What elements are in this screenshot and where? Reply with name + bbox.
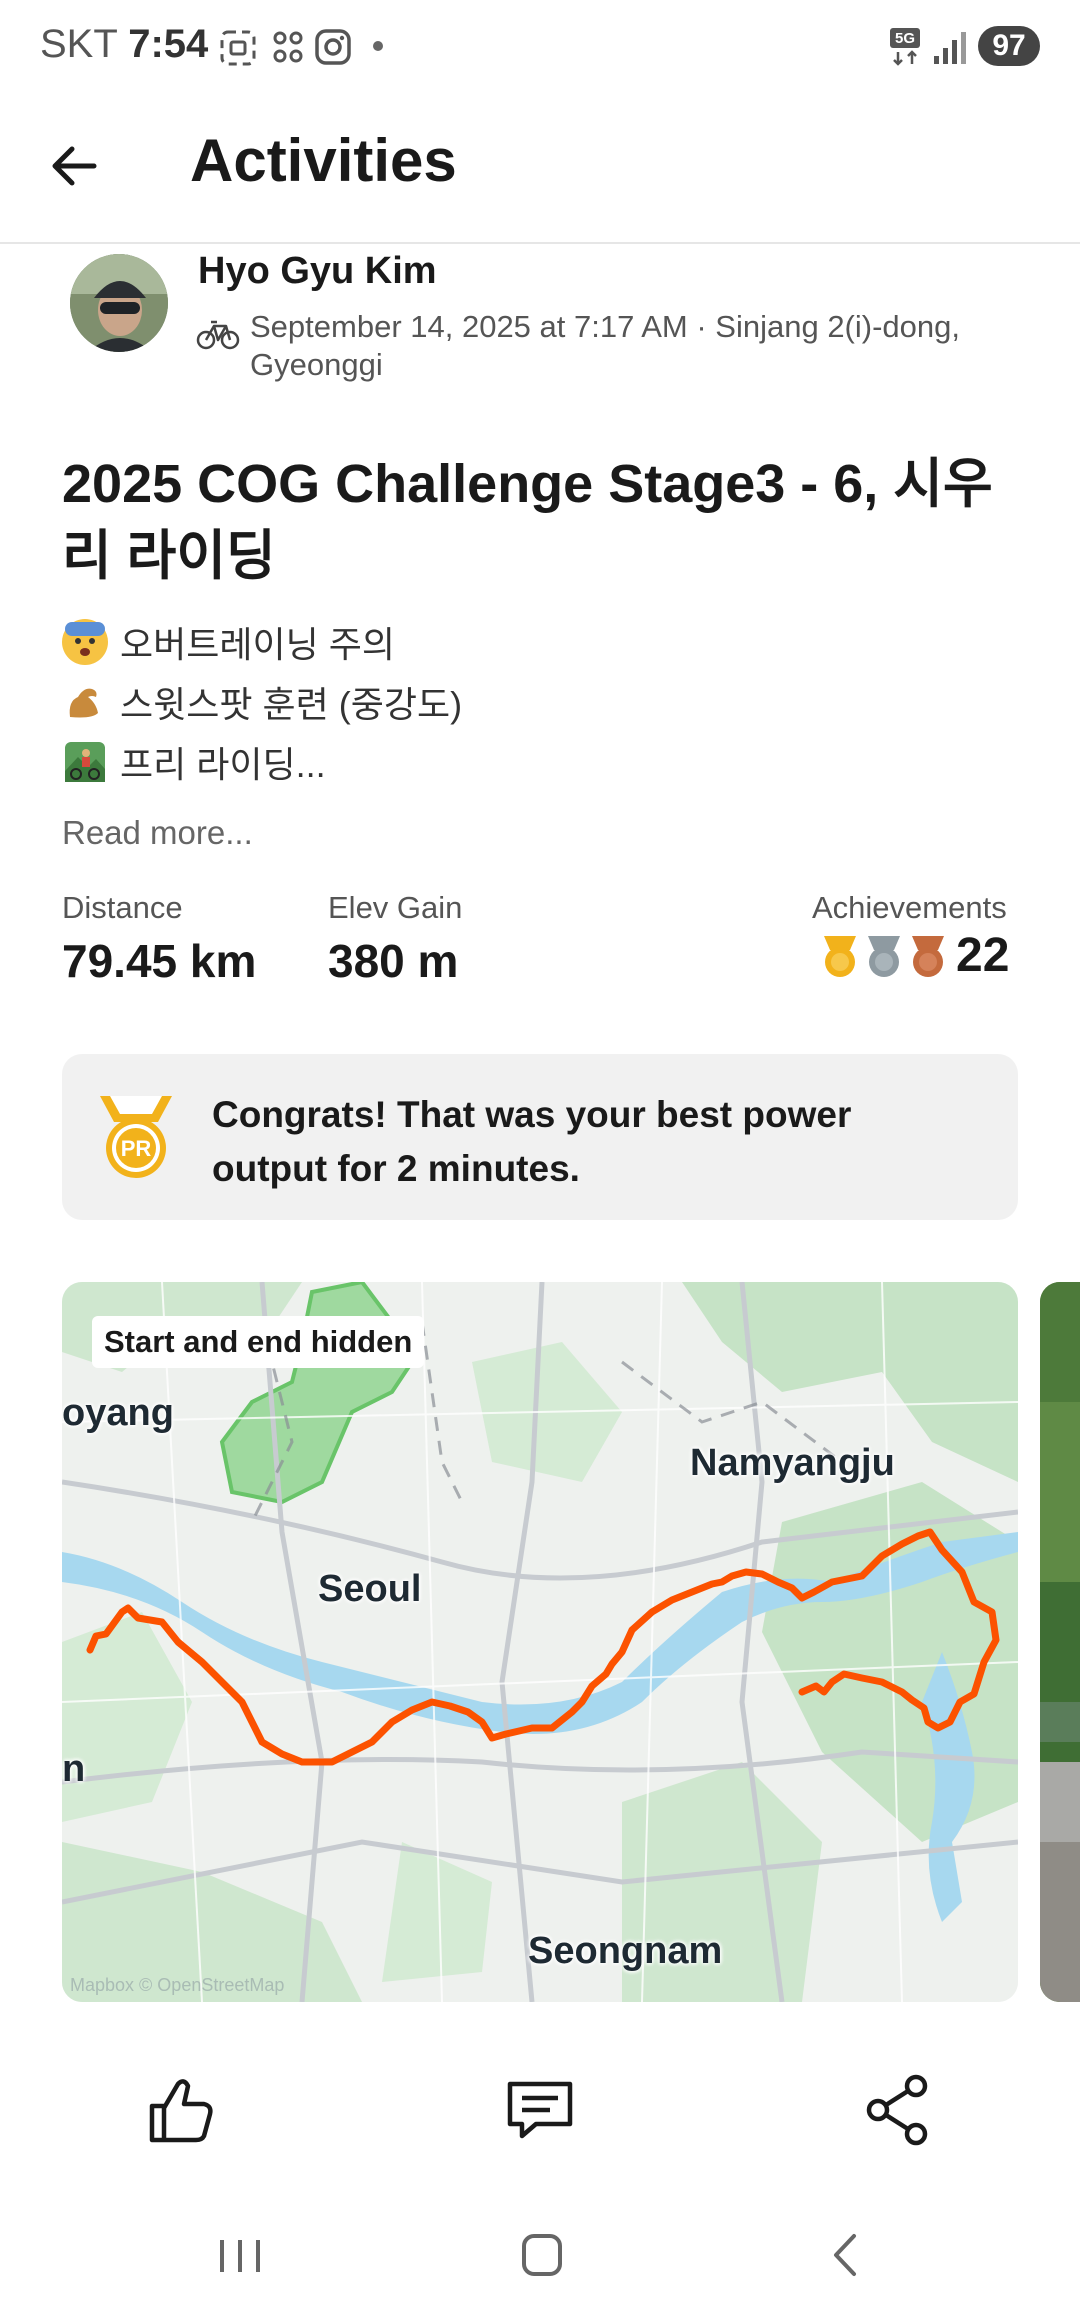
bronze-medal-icon (912, 936, 944, 977)
distance-value: 79.45 km (62, 935, 257, 987)
home-icon[interactable] (502, 2220, 582, 2290)
pr-badge-label: PR (121, 1136, 152, 1161)
description-line: 프리 라이딩... (62, 736, 326, 788)
read-more-link[interactable]: Read more... (62, 814, 253, 852)
thumbs-up-icon[interactable] (140, 2070, 220, 2150)
gold-medal-icon (824, 936, 856, 977)
flexed-arm-icon (62, 679, 108, 725)
silver-medal-icon (868, 936, 900, 977)
instagram-icon (315, 29, 351, 65)
recent-apps-icon[interactable] (200, 2220, 280, 2290)
activity-photo-peek[interactable] (1040, 1282, 1080, 2002)
mountain-biker-icon (62, 739, 108, 785)
elev-gain-value: 380 m (328, 935, 459, 987)
avatar[interactable] (70, 254, 168, 352)
battery-indicator: 97 (978, 26, 1040, 66)
grid-app-icon (273, 31, 303, 63)
map-label-partial: n (62, 1748, 86, 1790)
pr-card[interactable]: PR Congrats! That was your best power ou… (62, 1054, 1018, 1220)
5g-icon: 5G (890, 28, 920, 66)
photo-thumbnail (1040, 1282, 1080, 2002)
app-header: Activities (0, 96, 1080, 244)
carrier-label: SKT (40, 22, 118, 66)
map-label-namyangju: Namyangju (690, 1442, 895, 1484)
map-label-seoul: Seoul (318, 1568, 422, 1610)
activity-title: 2025 COG Challenge Stage3 - 6, 시우리 라이딩 (62, 454, 993, 586)
map-label-seongnam: Seongnam (528, 1930, 723, 1972)
description-line: 스윗스팟 훈련 (중강도) (62, 676, 462, 728)
elev-gain-label: Elev Gain (328, 890, 463, 925)
achievements-label: Achievements (812, 890, 1007, 925)
fearful-face-icon (62, 619, 108, 665)
pr-medal-icon: PR (100, 1096, 172, 1178)
bike-icon (196, 320, 240, 350)
back-nav-icon[interactable] (806, 2220, 886, 2290)
description-text: 오버트레이닝 주의 (120, 624, 395, 665)
description-text: 스윗스팟 훈련 (중강도) (120, 684, 463, 725)
clock: 7:54 (128, 22, 209, 66)
map-attribution: Mapbox © OpenStreetMap (70, 1975, 285, 1995)
screenshot-icon (220, 30, 256, 66)
page-title: Activities (190, 127, 457, 194)
notification-dot-icon (373, 41, 383, 51)
map-background (62, 1282, 1018, 2002)
route-map[interactable]: Start and end hidden oyang Namyangju Seo… (62, 1282, 1018, 2002)
carrier-time: SKT 7:54 (40, 22, 208, 67)
description-line: 오버트레이닝 주의 (62, 616, 395, 668)
back-arrow-icon[interactable] (44, 136, 104, 196)
achievements-count: 22 (956, 929, 1010, 982)
map-privacy-chip: Start and end hidden (92, 1316, 425, 1368)
map-label-goyang: oyang (62, 1392, 174, 1434)
svg-text:5G: 5G (895, 30, 915, 47)
signal-icon (934, 32, 966, 64)
status-bar: SKT 7:54 5G 97 (0, 0, 1080, 96)
author-name[interactable]: Hyo Gyu Kim (198, 250, 437, 293)
comment-icon[interactable] (500, 2070, 580, 2150)
avatar-image (70, 254, 168, 352)
distance-label: Distance (62, 890, 183, 925)
achievement-medals[interactable] (820, 934, 948, 980)
description-text: 프리 라이딩... (120, 744, 326, 785)
share-icon[interactable] (858, 2070, 938, 2150)
pr-message: Congrats! That was your best power outpu… (212, 1094, 852, 1189)
activity-meta: September 14, 2025 at 7:17 AM · Sinjang … (250, 309, 960, 382)
